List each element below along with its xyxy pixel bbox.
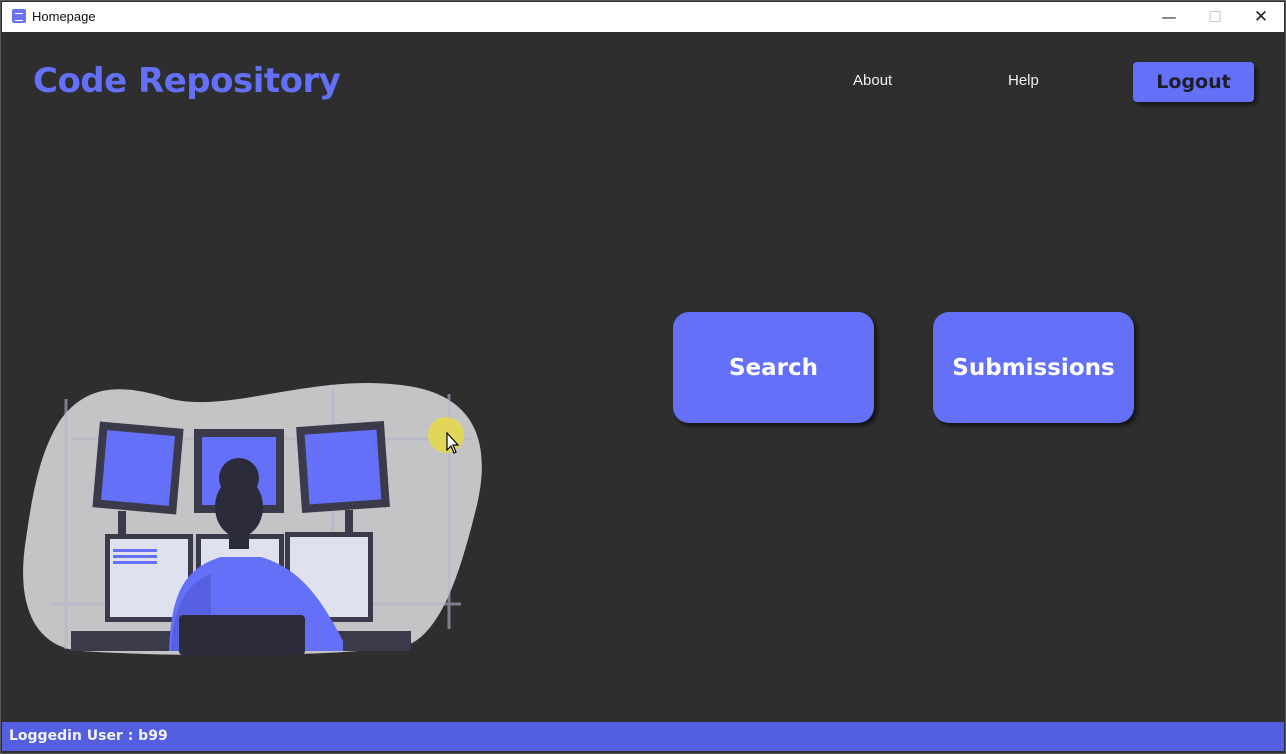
app-icon <box>12 9 26 23</box>
status-bar: Loggedin User : b99 <box>2 722 1284 751</box>
logout-button[interactable]: Logout <box>1133 62 1254 102</box>
app-window: Homepage — ☐ ✕ Code Repository About Hel… <box>0 0 1286 754</box>
nav-help-link[interactable]: Help <box>1008 72 1039 89</box>
submissions-button[interactable]: Submissions <box>933 312 1134 423</box>
nav-about-link[interactable]: About <box>853 72 892 89</box>
developer-at-monitors-illustration <box>23 383 482 655</box>
search-button[interactable]: Search <box>673 312 874 423</box>
close-button[interactable]: ✕ <box>1238 2 1284 32</box>
brand-title: Code Repository <box>33 61 341 101</box>
minimize-button[interactable]: — <box>1146 2 1192 32</box>
title-bar: Homepage — ☐ ✕ <box>2 2 1284 32</box>
mouse-cursor-icon <box>428 417 464 454</box>
maximize-button[interactable]: ☐ <box>1192 2 1238 32</box>
window-title: Homepage <box>32 9 96 24</box>
logged-in-user-label: Loggedin User : b99 <box>9 728 168 744</box>
